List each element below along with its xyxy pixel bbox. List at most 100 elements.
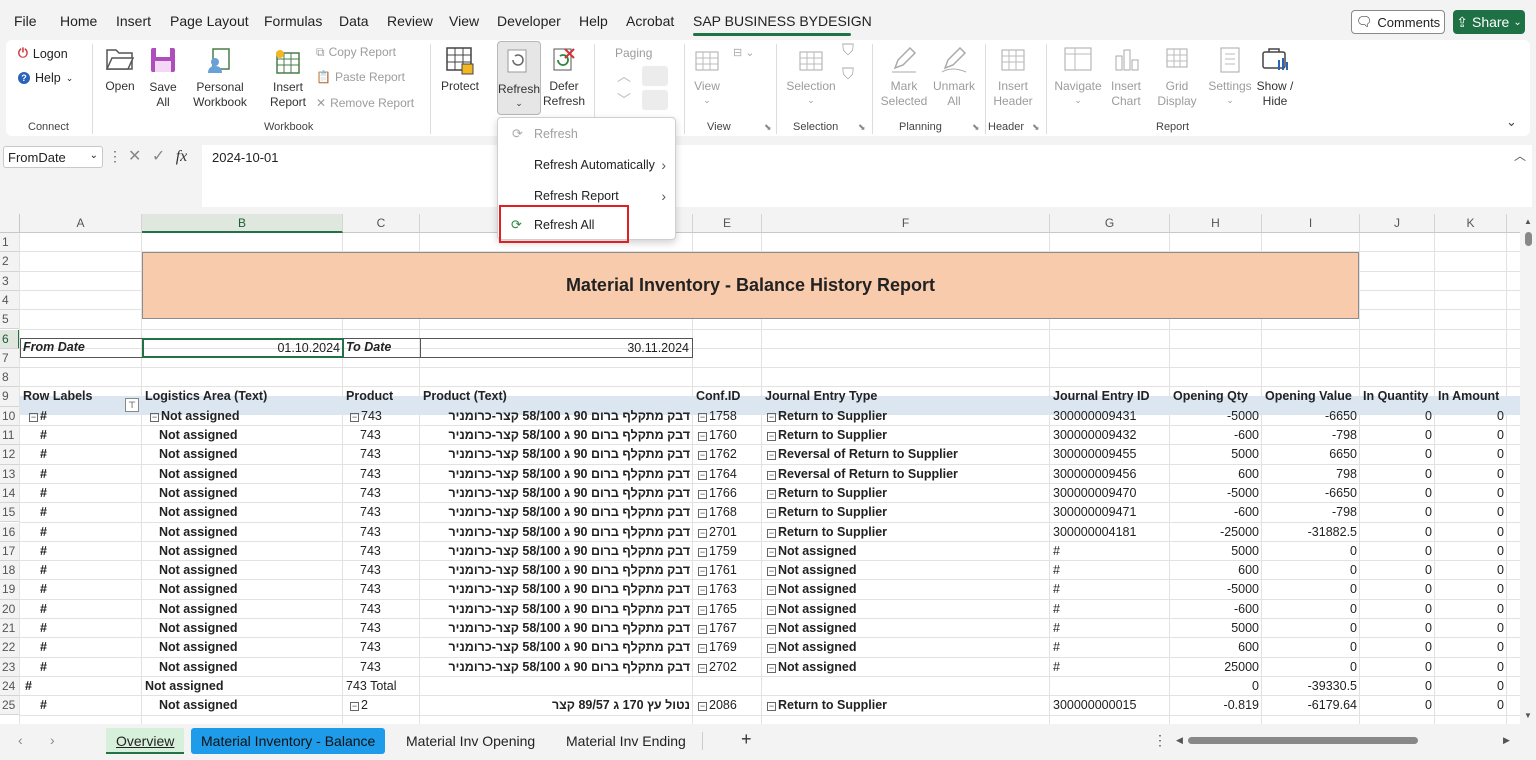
menu-help[interactable]: Help <box>579 13 608 29</box>
table-cell[interactable]: 743 <box>360 445 417 464</box>
table-cell[interactable]: Not assigned <box>159 542 340 561</box>
table-cell[interactable]: Not assigned <box>159 503 340 522</box>
table-cell[interactable]: -6650 <box>1265 407 1357 426</box>
menu-item-refresh[interactable]: ⟳ Refresh <box>498 120 675 148</box>
table-cell[interactable]: 5000 <box>1173 445 1259 464</box>
formula-input[interactable]: 2024-10-01 <box>202 145 1532 207</box>
table-cell[interactable]: 743 <box>360 638 417 657</box>
row-header[interactable]: 23 <box>0 657 20 677</box>
row-header[interactable]: 19 <box>0 580 20 600</box>
row-header[interactable]: 14 <box>0 483 20 504</box>
menu-formulas[interactable]: Formulas <box>264 13 322 29</box>
table-cell[interactable]: −1760 <box>698 426 759 445</box>
collapse-icon[interactable]: − <box>767 605 776 615</box>
table-cell[interactable]: 0 <box>1438 561 1504 580</box>
table-cell[interactable]: -798 <box>1265 503 1357 522</box>
row-header[interactable]: 1 <box>0 233 20 253</box>
table-cell[interactable]: # <box>40 445 139 464</box>
table-cell[interactable]: # <box>1053 561 1167 580</box>
insert-chart-button[interactable]: Insert Chart <box>1106 44 1146 110</box>
protect-button[interactable]: Protect <box>440 46 480 100</box>
table-cell[interactable]: 0 <box>1438 484 1504 503</box>
table-cell[interactable]: 300000009471 <box>1053 503 1167 522</box>
table-cell[interactable]: Not assigned <box>159 600 340 619</box>
row-header[interactable]: 12 <box>0 445 20 465</box>
table-cell[interactable]: −1763 <box>698 580 759 599</box>
menu-acrobat[interactable]: Acrobat <box>626 13 674 29</box>
table-cell[interactable]: 0 <box>1363 484 1432 503</box>
table-cell[interactable]: # <box>40 600 139 619</box>
table-cell[interactable]: 0 <box>1438 600 1504 619</box>
table-cell[interactable]: דבק מתקלף ברום 90 ג 58/100 קצר-כרומניר <box>423 445 690 464</box>
table-cell[interactable]: 0 <box>1363 696 1432 715</box>
collapse-icon[interactable]: − <box>350 412 359 422</box>
help-button[interactable]: ? Help ⌄ <box>18 71 73 85</box>
table-header-cell[interactable]: Journal Entry ID <box>1053 387 1168 406</box>
collapse-icon[interactable]: − <box>150 412 159 422</box>
table-cell[interactable]: −1768 <box>698 503 759 522</box>
collapse-icon[interactable]: − <box>767 489 776 499</box>
collapse-icon[interactable]: − <box>698 644 707 654</box>
table-cell[interactable]: 0 <box>1438 465 1504 484</box>
row-header[interactable]: 18 <box>0 561 20 581</box>
refresh-button[interactable]: Refresh ⌄ <box>497 41 541 115</box>
table-cell[interactable]: 743 <box>360 484 417 503</box>
table-cell[interactable]: − Reversal of Return to Supplier <box>767 445 1047 464</box>
table-cell[interactable]: 300000004181 <box>1053 523 1167 542</box>
row-header[interactable]: 3 <box>0 271 20 291</box>
table-cell[interactable]: 0 <box>1265 638 1357 657</box>
table-cell[interactable]: − Return to Supplier <box>767 426 1047 445</box>
column-header-a[interactable]: A <box>20 214 142 233</box>
table-cell[interactable]: # <box>1053 600 1167 619</box>
collapse-icon[interactable]: − <box>767 586 776 596</box>
collapse-icon[interactable]: − <box>698 567 707 577</box>
collapse-icon[interactable]: − <box>767 470 776 480</box>
collapse-icon[interactable]: − <box>767 528 776 538</box>
table-cell[interactable]: 300000009456 <box>1053 465 1167 484</box>
menu-review[interactable]: Review <box>387 13 433 29</box>
paging-up-icon[interactable]: ︿ <box>617 66 631 86</box>
share-button[interactable]: ⇪ Share ⌄ <box>1453 10 1525 34</box>
fx-icon[interactable]: fx <box>176 148 188 165</box>
menu-file[interactable]: File <box>14 13 37 29</box>
table-cell[interactable]: 0 <box>1363 677 1432 696</box>
table-cell[interactable]: 743 <box>360 658 417 677</box>
table-cell[interactable]: # <box>40 619 139 638</box>
row-header[interactable]: 21 <box>0 619 20 639</box>
column-header-c[interactable]: C <box>343 214 420 233</box>
collapse-icon[interactable]: − <box>767 412 776 422</box>
table-cell[interactable]: נטול עץ 170 ג 89/57 קצר <box>423 696 690 715</box>
collapse-icon[interactable]: − <box>698 547 707 557</box>
select-all-corner[interactable] <box>0 214 20 233</box>
table-cell[interactable]: Not assigned <box>159 484 340 503</box>
table-cell[interactable]: − Not assigned <box>767 561 1047 580</box>
tab-material-inv-ending[interactable]: Material Inv Ending <box>556 728 696 754</box>
table-cell[interactable]: # <box>40 561 139 580</box>
collapse-icon[interactable]: − <box>698 509 707 519</box>
table-cell[interactable]: −1764 <box>698 465 759 484</box>
table-cell[interactable]: דבק מתקלף ברום 90 ג 58/100 קצר-כרומניר <box>423 407 690 426</box>
column-header-b[interactable]: B <box>142 214 343 233</box>
table-cell[interactable]: # <box>40 465 139 484</box>
table-cell[interactable]: -600 <box>1173 503 1259 522</box>
table-cell[interactable]: 0 <box>1265 580 1357 599</box>
table-cell[interactable]: דבק מתקלף ברום 90 ג 58/100 קצר-כרומניר <box>423 426 690 445</box>
table-cell[interactable]: 0 <box>1363 580 1432 599</box>
table-header-cell[interactable]: Logistics Area (Text) <box>145 387 341 406</box>
table-cell[interactable]: 0 <box>1438 426 1504 445</box>
collapse-icon[interactable]: − <box>698 663 707 673</box>
collapse-icon[interactable]: − <box>350 702 359 712</box>
column-header-h[interactable]: H <box>1170 214 1262 233</box>
defer-refresh-button[interactable]: Defer Refresh <box>543 46 585 112</box>
save-all-button[interactable]: Save All <box>146 46 180 112</box>
table-cell[interactable]: Not assigned <box>145 677 340 696</box>
table-cell[interactable]: דבק מתקלף ברום 90 ג 58/100 קצר-כרומניר <box>423 523 690 542</box>
table-cell[interactable]: 743 <box>360 600 417 619</box>
table-cell[interactable]: −1769 <box>698 638 759 657</box>
table-cell[interactable]: − Return to Supplier <box>767 407 1047 426</box>
row-header[interactable]: 7 <box>0 348 20 369</box>
table-cell[interactable]: דבק מתקלף ברום 90 ג 58/100 קצר-כרומניר <box>423 580 690 599</box>
table-cell[interactable]: 6650 <box>1265 445 1357 464</box>
table-cell[interactable]: −1765 <box>698 600 759 619</box>
table-cell[interactable]: -0.819 <box>1173 696 1259 715</box>
